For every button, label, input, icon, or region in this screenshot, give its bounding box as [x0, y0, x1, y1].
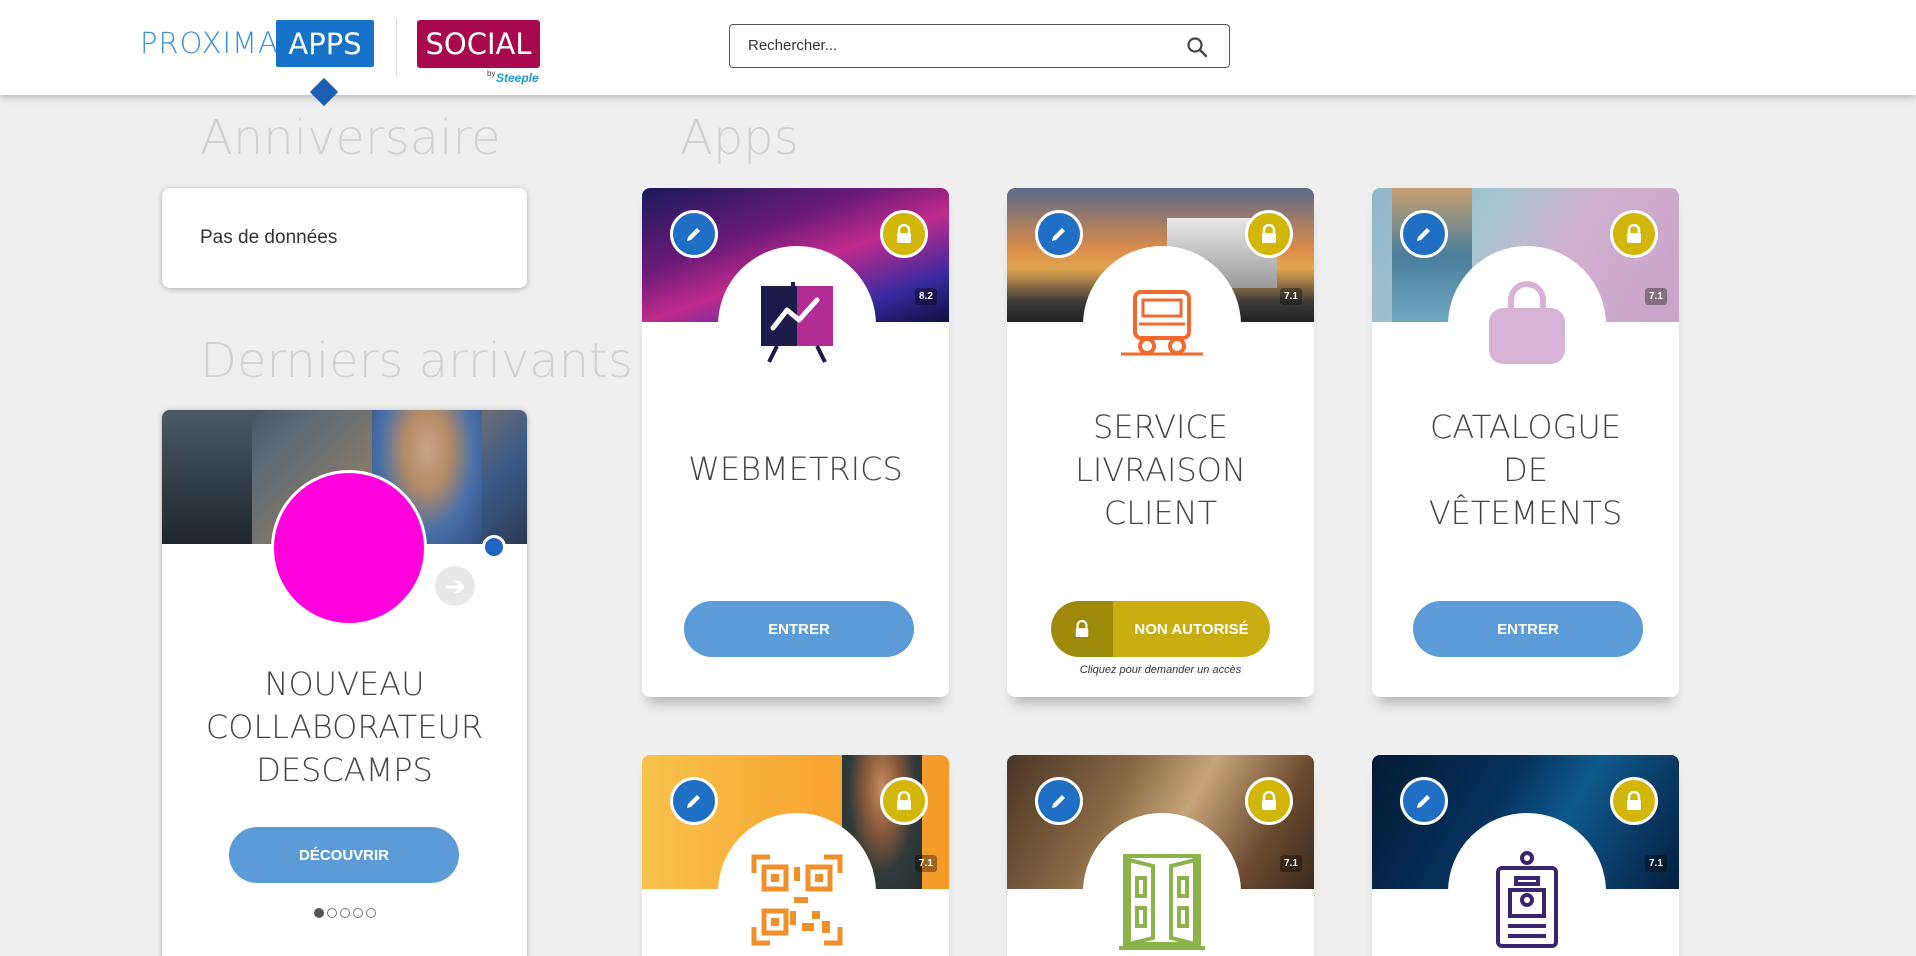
not-authorized-label: NON AUTORISÉ [1113, 601, 1270, 657]
carousel-dot[interactable] [327, 908, 337, 918]
lock-icon[interactable] [880, 777, 928, 825]
edit-pencil-icon[interactable] [1035, 777, 1083, 825]
edit-pencil-icon[interactable] [1035, 210, 1083, 258]
app-card-qr-code[interactable]: 7.1 [642, 755, 949, 956]
app-version-badge: 8.2 [915, 288, 937, 305]
lock-icon [1051, 601, 1113, 657]
lock-icon[interactable] [1245, 777, 1293, 825]
app-card-service-livraison[interactable]: 7.1 SERVICE LIVRAISON CLIENT NON AUTORIS… [1007, 188, 1314, 697]
birthday-section-title: Anniversaire [200, 110, 501, 166]
app-icon-circle [1083, 246, 1241, 404]
app-title-line: LIVRAISON [1075, 451, 1246, 489]
apps-section-title: Apps [680, 110, 799, 166]
app-title-line: CLIENT [1103, 494, 1218, 532]
app-card-webmetrics[interactable]: 8.2 WEBMETRICS ENTRER [642, 188, 949, 697]
app-version-badge: 7.1 [1645, 288, 1667, 305]
carousel-dot[interactable] [366, 908, 376, 918]
app-version-badge: 7.1 [1280, 855, 1302, 872]
carousel-dots [314, 908, 376, 918]
app-version-badge: 7.1 [1280, 288, 1302, 305]
carousel-dot[interactable] [340, 908, 350, 918]
app-version-badge: 7.1 [915, 855, 937, 872]
id-badge-icon [1492, 850, 1562, 955]
logo-social-badge[interactable]: SOCIAL [417, 20, 540, 68]
newcomer-name: NOUVEAU COLLABORATEUR DESCAMPS [162, 663, 527, 792]
app-title-line: SERVICE [1093, 408, 1228, 446]
not-authorized-button[interactable]: NON AUTORISÉ [1051, 601, 1270, 657]
app-title-line: VÊTEMENTS [1428, 494, 1623, 532]
top-header: PROXIMA APPS SOCIAL by Steeple [0, 0, 1916, 95]
newcomer-name-line: COLLABORATEUR [205, 708, 484, 746]
logo-divider [396, 18, 397, 76]
enter-button[interactable]: ENTRER [684, 601, 914, 657]
discover-button[interactable]: DÉCOUVRIR [229, 827, 459, 883]
app-icon-circle [1448, 246, 1606, 404]
cover-photo-desk [162, 410, 252, 544]
logo-proxima-text[interactable]: PROXIMA [140, 26, 279, 60]
app-card-id-badge[interactable]: 7.1 [1372, 755, 1679, 956]
edit-pencil-icon[interactable] [1400, 210, 1448, 258]
carousel-next-arrow-icon[interactable]: ➔ [435, 566, 475, 606]
search-icon[interactable] [1185, 35, 1209, 59]
carousel-dot[interactable] [353, 908, 363, 918]
newcomer-name-line: DESCAMPS [256, 751, 433, 789]
edit-pencil-icon[interactable] [670, 777, 718, 825]
app-version-badge: 7.1 [1645, 855, 1667, 872]
newcomers-section-title: Derniers arrivants [200, 333, 633, 389]
app-title: WEBMETRICS [642, 448, 949, 491]
presentation-chart-icon [757, 280, 837, 371]
app-title-line: WEBMETRICS [688, 450, 903, 488]
carousel-dot[interactable] [314, 908, 324, 918]
shopping-bag-icon [1485, 280, 1569, 371]
app-title: SERVICE LIVRAISON CLIENT [1007, 406, 1314, 535]
app-card-catalogue-vetements[interactable]: 7.1 CATALOGUE DE VÊTEMENTS ENTRER [1372, 188, 1679, 697]
app-title-line: CATALOGUE [1429, 408, 1621, 446]
search-box[interactable] [729, 24, 1230, 68]
logo-steeple-text: Steeple [496, 71, 539, 85]
birthday-panel: Pas de données [162, 188, 527, 288]
logo-by-text: by [487, 69, 496, 78]
newcomer-name-line: NOUVEAU [264, 665, 425, 703]
request-access-link[interactable]: Cliquez pour demander un accès [1007, 664, 1314, 676]
avatar[interactable] [271, 470, 427, 626]
edit-pencil-icon[interactable] [1400, 777, 1448, 825]
lock-icon[interactable] [1610, 210, 1658, 258]
truck-icon [1117, 284, 1207, 367]
birthday-empty-text: Pas de données [200, 227, 338, 248]
app-title-line: DE [1503, 451, 1548, 489]
lock-icon[interactable] [1245, 210, 1293, 258]
app-icon-circle [718, 246, 876, 404]
app-title: CATALOGUE DE VÊTEMENTS [1372, 406, 1679, 535]
search-input[interactable] [748, 37, 1168, 54]
door-icon [1119, 852, 1205, 956]
edit-pencil-icon[interactable] [670, 210, 718, 258]
online-status-dot [482, 535, 506, 559]
logo-apps-badge[interactable]: APPS [276, 20, 374, 67]
newcomer-card: ➔ NOUVEAU COLLABORATEUR DESCAMPS DÉCOUVR… [162, 410, 527, 956]
enter-button[interactable]: ENTRER [1413, 601, 1643, 657]
lock-icon[interactable] [1610, 777, 1658, 825]
app-card-door[interactable]: 7.1 [1007, 755, 1314, 956]
qr-code-icon [750, 853, 844, 952]
lock-icon[interactable] [880, 210, 928, 258]
